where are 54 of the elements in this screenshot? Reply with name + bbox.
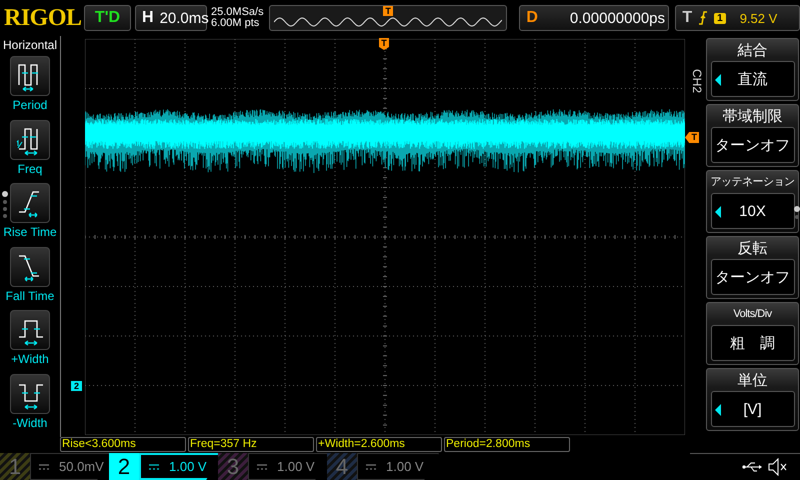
trigger-level: 9.52 V (740, 10, 778, 26)
softkey-title: アッテネーション (710, 175, 794, 190)
brand-logo: RIGOL (4, 4, 80, 32)
channel-label: CH2 (690, 69, 704, 93)
memory-depth: 6.00M pts (211, 18, 260, 29)
dc-coupling-icon (257, 464, 267, 470)
measure-label: Rise Time (3, 225, 57, 239)
usb-icon (742, 461, 762, 473)
trigger-level-marker: T (685, 132, 699, 143)
measure-button[interactable] (10, 183, 50, 223)
softkey-title: 結合 (738, 41, 768, 61)
channel-scale[interactable]: 1.00 V (357, 453, 439, 480)
measure-button[interactable] (10, 246, 50, 286)
trigger-position-marker: T (383, 6, 393, 16)
softkey-value[interactable]: 粗 調 (710, 325, 794, 361)
measurement-readout: +Width=2.600ms (316, 437, 442, 452)
run-status: T'D (84, 5, 131, 31)
menu-title: Horizontal (2, 37, 58, 54)
measure-label: Fall Time (6, 288, 54, 302)
softkey-value[interactable]: [V] (710, 391, 794, 427)
trigger-position-marker: T (379, 38, 389, 50)
measure-label: -Width (12, 416, 48, 430)
sample-rate: 25.0MSa/s (211, 7, 265, 18)
measure-button[interactable] (10, 310, 50, 350)
softkey-title: 帯域制限 (722, 107, 782, 127)
softkey-value[interactable]: ターンオフ (710, 127, 794, 163)
muted-speaker-icon (768, 458, 788, 476)
measure-label: Freq (18, 162, 42, 176)
measurement-readout: Period=2.800ms (444, 437, 570, 452)
channel-scale[interactable]: 1.00 V (139, 453, 221, 480)
softkey-title: 単位 (738, 371, 768, 391)
channel-number[interactable]: 2 (109, 453, 139, 480)
timebase-display[interactable]: H 20.0ms (135, 5, 207, 31)
softkey-title: Volts/Div (733, 307, 772, 322)
measurement-readout: Freq=357 Hz (188, 437, 314, 452)
softkey-value[interactable]: 直流 (710, 61, 794, 97)
softkey-title: 反転 (738, 239, 768, 259)
rising-edge-icon (698, 11, 708, 25)
measurement-readout: Rise<3.600ms (60, 437, 186, 452)
delay-display[interactable]: D 0.00000000ps (519, 5, 670, 31)
measure-button[interactable] (10, 120, 50, 160)
softkey-value[interactable]: ターンオフ (710, 259, 794, 295)
trigger-display[interactable]: T 1 9.52 V (675, 5, 800, 31)
dc-coupling-icon (39, 464, 49, 470)
softkey-value[interactable]: 10X (710, 193, 794, 229)
measure-label: +Width (11, 352, 49, 366)
measure-label: Period (12, 98, 48, 112)
dc-coupling-icon (366, 464, 376, 470)
dc-coupling-icon (149, 464, 159, 470)
sine-wave-icon (274, 16, 502, 28)
measure-button[interactable] (10, 56, 50, 96)
trigger-source: 1 (714, 12, 726, 24)
measure-button[interactable] (10, 374, 50, 414)
channel-offset-marker: 2 (71, 381, 82, 391)
